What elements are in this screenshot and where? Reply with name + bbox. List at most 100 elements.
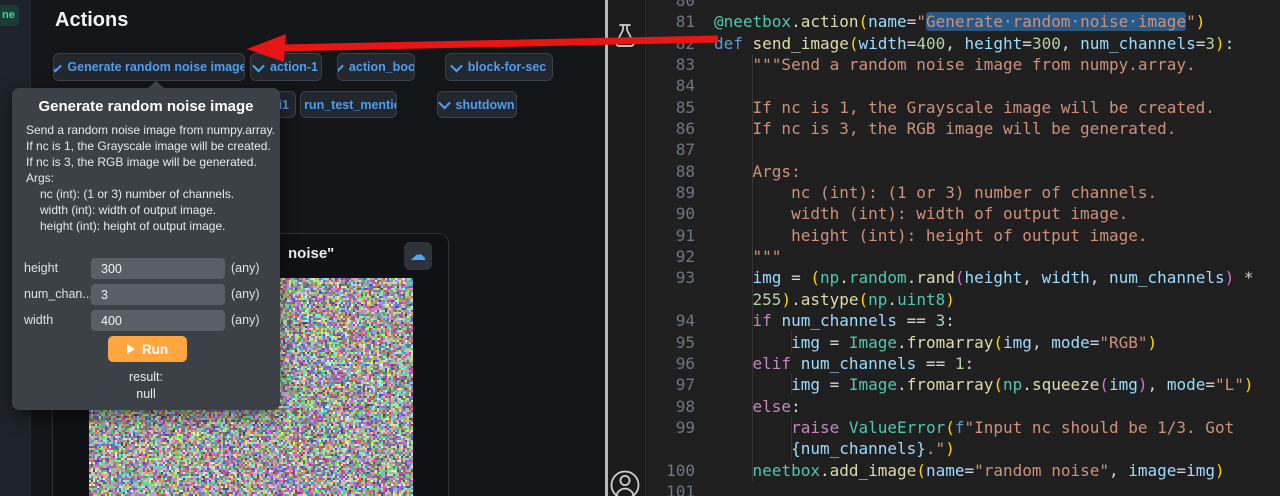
action-button-label: action_bool <box>349 60 415 74</box>
tooltip-desc-line: Send a random noise image from numpy.arr… <box>26 122 280 138</box>
code-row[interactable]: 81@neetbox.action(name="Generate·random·… <box>645 11 1280 32</box>
code-row[interactable]: 84 <box>645 75 1280 96</box>
action-tooltip: Generate random noise image Send a rando… <box>12 88 280 410</box>
field-label: num_chan... <box>24 287 93 301</box>
code-row[interactable]: 89 nc (int): (1 or 3) number of channels… <box>645 182 1280 203</box>
tooltip-desc-line: height (int): height of output image. <box>26 218 280 234</box>
action-button-label: shutdown <box>456 98 515 112</box>
chevron-down-icon <box>53 59 62 72</box>
window-divider[interactable] <box>605 0 608 496</box>
code-row[interactable]: 101 <box>645 481 1280 496</box>
field-type-hint: (any) <box>231 287 259 301</box>
code-row[interactable]: 95 img = Image.fromarray(img, mode="RGB"… <box>645 332 1280 353</box>
code-row[interactable]: 93 img = (np.random.rand(height, width, … <box>645 267 1280 288</box>
code-row[interactable]: 85 If nc is 1, the Grayscale image will … <box>645 97 1280 118</box>
tooltip-desc-line: Args: <box>26 170 280 186</box>
line-number: 98 <box>645 396 695 417</box>
line-number: 87 <box>645 139 695 160</box>
actions-section-title: Actions <box>55 9 128 32</box>
code-row[interactable]: 82def send_image(width=400, height=300, … <box>645 33 1280 54</box>
code-row[interactable]: 98 else: <box>645 396 1280 417</box>
field-row-height: height (any) <box>12 258 280 279</box>
account-person-icon[interactable] <box>609 468 643 496</box>
result-value: null <box>12 387 280 401</box>
action-button-label: block-for-sec <box>468 60 547 74</box>
tooltip-desc-line: If nc is 1, the Grayscale image will be … <box>26 138 280 154</box>
run-button-label: Run <box>142 342 168 357</box>
code-row[interactable]: 99 raise ValueError(f"Input nc should be… <box>645 417 1280 438</box>
line-number: 80 <box>645 0 695 11</box>
action-button-generate-random-noise-image[interactable]: Generate random noise image <box>53 53 245 81</box>
cloud-icon: ☁ <box>410 248 426 264</box>
tooltip-desc-line: If nc is 3, the RGB image will be genera… <box>26 154 280 170</box>
code-row[interactable]: 96 elif num_channels == 1: <box>645 353 1280 374</box>
code-row[interactable]: 100 neetbox.add_image(name="random noise… <box>645 460 1280 481</box>
code-row[interactable]: 92 """ <box>645 246 1280 267</box>
action-button-label: action-1 <box>270 60 318 74</box>
line-number: 95 <box>645 332 695 353</box>
code-row[interactable]: 94 if num_channels == 3: <box>645 310 1280 331</box>
code-row[interactable]: 80 <box>645 0 1280 11</box>
code-row[interactable]: 255).astype(np.uint8) <box>645 289 1280 310</box>
line-number: 93 <box>645 267 695 288</box>
line-number: 81 <box>645 11 695 32</box>
action-button-run-test-mention[interactable]: run_test_mention <box>300 91 397 118</box>
play-icon <box>127 344 135 354</box>
cloud-sync-button[interactable]: ☁ <box>404 242 432 270</box>
line-number: 92 <box>645 246 695 267</box>
action-button-action-bool[interactable]: action_bool <box>337 53 415 81</box>
code-row[interactable]: 97 img = Image.fromarray(np.squeeze(img)… <box>645 374 1280 395</box>
chevron-down-icon <box>337 59 344 72</box>
line-number: 100 <box>645 460 695 481</box>
chevron-down-icon <box>438 97 451 110</box>
field-row-width: width (any) <box>12 310 280 331</box>
status-badge: ne <box>0 5 19 26</box>
run-button[interactable]: Run <box>108 336 187 362</box>
field-type-hint: (any) <box>231 313 259 327</box>
tooltip-desc-line: width (int): width of output image. <box>26 202 280 218</box>
line-number: 82 <box>645 33 695 54</box>
tooltip-pointer <box>147 81 165 89</box>
action-button-label: i1 <box>279 98 289 112</box>
image-card-title: noise" <box>288 245 334 262</box>
code-row[interactable]: 91 height (int): height of output image. <box>645 225 1280 246</box>
result-label: result: <box>12 370 280 384</box>
code-editor-pane: 8081@neetbox.action(name="Generate·rando… <box>608 0 1280 496</box>
field-label: width <box>24 313 53 327</box>
line-number: 97 <box>645 374 695 395</box>
tooltip-title: Generate random noise image <box>12 88 280 115</box>
code-row[interactable]: 90 width (int): width of output image. <box>645 203 1280 224</box>
line-number: 99 <box>645 417 695 438</box>
code-row[interactable]: 87 <box>645 139 1280 160</box>
action-button-label: Generate random noise image <box>67 60 245 74</box>
line-number: 101 <box>645 481 695 496</box>
line-number: 96 <box>645 353 695 374</box>
line-number: 85 <box>645 97 695 118</box>
action-button-shutdown[interactable]: shutdown <box>437 91 517 118</box>
width-field[interactable] <box>91 310 225 331</box>
code-row[interactable]: 86 If nc is 3, the RGB image will be gen… <box>645 118 1280 139</box>
line-number: 94 <box>645 310 695 331</box>
chevron-down-icon <box>450 59 463 72</box>
field-type-hint: (any) <box>231 261 259 275</box>
browser-pane: ne Actions Generate random noise image a… <box>0 0 605 496</box>
line-number: 86 <box>645 118 695 139</box>
code-row[interactable]: {num_channels}.") <box>645 438 1280 459</box>
editor-rows: 8081@neetbox.action(name="Generate·rando… <box>645 0 1280 496</box>
line-number: 84 <box>645 75 695 96</box>
field-row-num-channels: num_chan... (any) <box>12 284 280 305</box>
code-row[interactable]: 83 """Send a random noise image from num… <box>645 54 1280 75</box>
code-row[interactable]: 88 Args: <box>645 161 1280 182</box>
line-number: 90 <box>645 203 695 224</box>
line-number: 91 <box>645 225 695 246</box>
activity-bar <box>608 0 646 496</box>
action-button-block-for-sec[interactable]: block-for-sec <box>445 53 553 81</box>
action-button-action-1[interactable]: action-1 <box>250 53 322 81</box>
height-field[interactable] <box>91 258 225 279</box>
num-channels-field[interactable] <box>91 284 225 305</box>
beaker-testing-icon[interactable] <box>612 22 638 50</box>
tooltip-desc-line: nc (int): (1 or 3) number of channels. <box>26 186 280 202</box>
field-label: height <box>24 261 58 275</box>
line-number: 88 <box>645 161 695 182</box>
tooltip-description: Send a random noise image from numpy.arr… <box>12 115 280 234</box>
